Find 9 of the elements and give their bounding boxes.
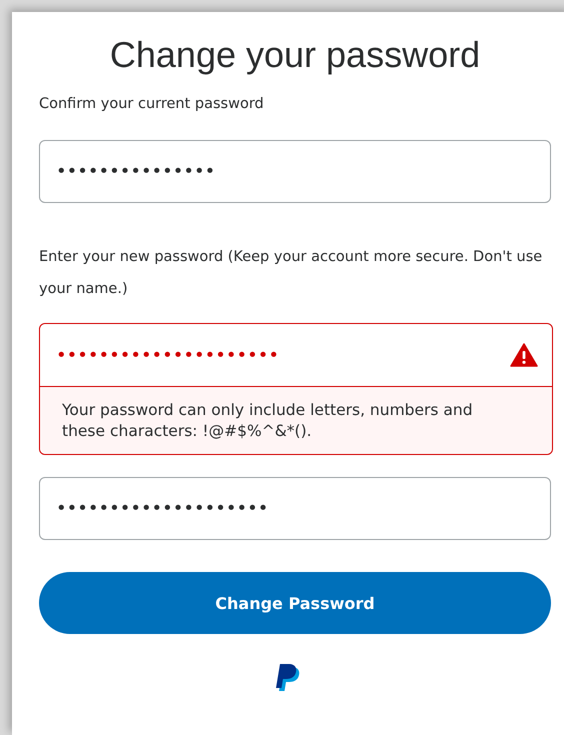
password-field[interactable]: ••••••••••••••• xyxy=(39,140,551,203)
password-field[interactable]: ••••••••••••••••••••• xyxy=(40,324,552,387)
error-message: Your password can only include letters, numbers and these characters: !@#$%^&*(). xyxy=(40,387,552,454)
change-password-button[interactable]: Change Password xyxy=(39,572,551,634)
password-field[interactable]: •••••••••••••••••••• xyxy=(39,477,551,540)
page-title: Change your password xyxy=(108,33,482,77)
field-label: Confirm your current password xyxy=(39,95,265,114)
warning-icon xyxy=(510,343,538,367)
field-label: Enter your new password (Keep your account more secure. Don't use your name.) xyxy=(39,248,544,299)
